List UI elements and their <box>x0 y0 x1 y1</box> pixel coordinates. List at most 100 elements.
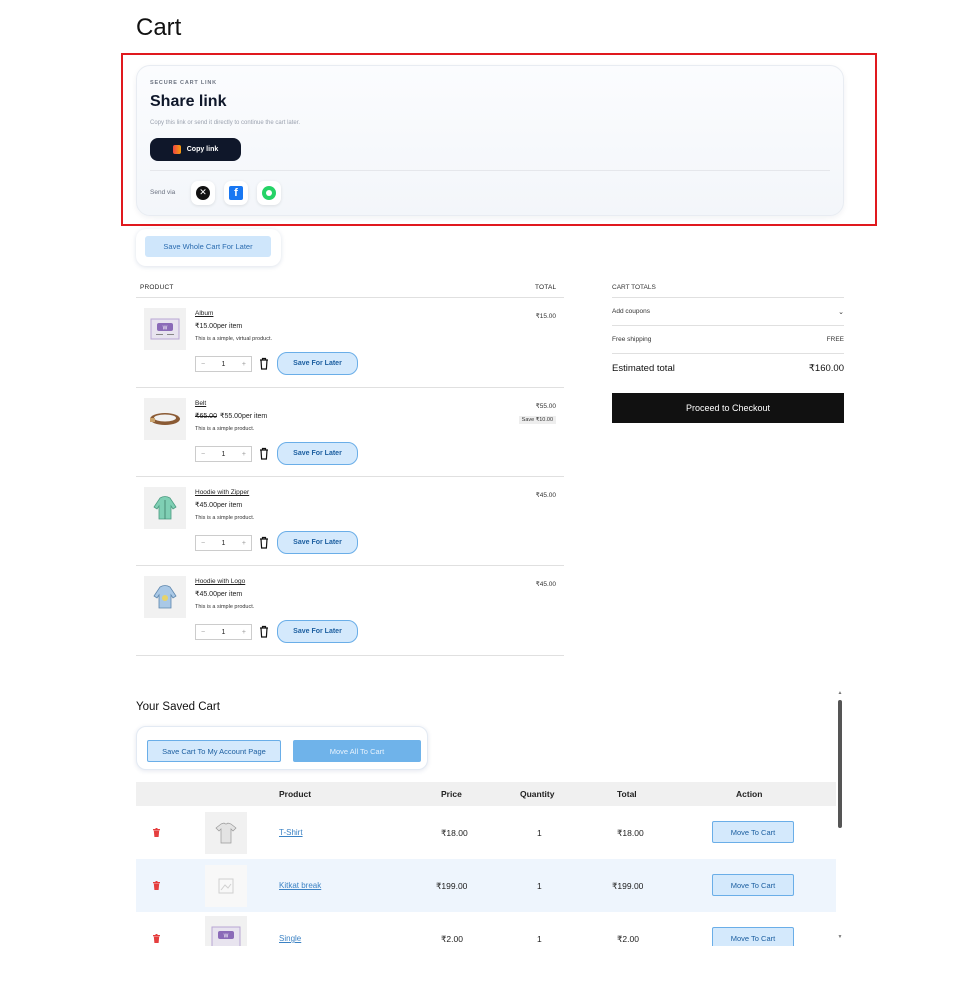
product-name-link[interactable]: Album <box>195 310 213 317</box>
save-for-later-button[interactable]: Save For Later <box>277 442 358 465</box>
chevron-down-icon: ⌄ <box>838 309 844 316</box>
quantity-stepper[interactable]: − 1 + <box>195 356 252 372</box>
move-all-to-cart-button[interactable]: Move All To Cart <box>293 740 421 762</box>
product-thumbnail <box>144 398 186 440</box>
saved-quantity: 1 <box>537 881 542 891</box>
trash-icon[interactable] <box>259 536 269 549</box>
decrease-icon[interactable]: − <box>201 361 205 368</box>
svg-text:W: W <box>224 934 229 940</box>
quantity-value[interactable]: 1 <box>222 629 226 636</box>
product-name-link[interactable]: Hoodie with Zipper <box>195 489 249 496</box>
copy-link-button[interactable]: Copy link <box>150 138 241 161</box>
saved-product-link[interactable]: T-Shirt <box>279 828 303 837</box>
quantity-stepper[interactable]: − 1 + <box>195 446 252 462</box>
scroll-down-icon[interactable]: ▼ <box>836 934 844 940</box>
share-x-button[interactable]: ✕ <box>191 181 215 205</box>
header-quantity: Quantity <box>520 789 555 799</box>
trash-icon[interactable] <box>259 357 269 370</box>
header-action: Action <box>736 789 763 799</box>
saved-price: ₹18.00 <box>441 828 468 838</box>
decrease-icon[interactable]: − <box>201 540 205 547</box>
hoodie-zipper-image-icon <box>153 496 177 520</box>
product-unit-price: ₹45.00per item <box>195 502 243 509</box>
increase-icon[interactable]: + <box>242 540 246 547</box>
decrease-icon[interactable]: − <box>201 629 205 636</box>
increase-icon[interactable]: + <box>242 451 246 458</box>
quantity-stepper[interactable]: − 1 + <box>195 624 252 640</box>
increase-icon[interactable]: + <box>242 361 246 368</box>
saved-total: ₹18.00 <box>617 828 644 838</box>
cart-item: Belt ₹65.00 ₹55.00per item This is a simp… <box>136 388 564 477</box>
delete-icon[interactable] <box>153 828 160 837</box>
saved-total: ₹199.00 <box>612 881 644 891</box>
product-thumbnail <box>144 576 186 618</box>
tshirt-image-icon <box>215 822 237 844</box>
save-cart-to-account-button[interactable]: Save Cart To My Account Page <box>147 740 281 762</box>
quantity-stepper[interactable]: − 1 + <box>195 535 252 551</box>
share-whatsapp-button[interactable] <box>257 181 281 205</box>
quantity-value[interactable]: 1 <box>222 361 226 368</box>
saved-row: W Single ₹2.00 1 ₹2.00 Move To Cart <box>136 912 836 946</box>
move-to-cart-button[interactable]: Move To Cart <box>712 874 794 896</box>
increase-icon[interactable]: + <box>242 629 246 636</box>
share-divider <box>150 170 830 171</box>
save-for-later-button[interactable]: Save For Later <box>277 620 358 643</box>
product-name-link[interactable]: Belt <box>195 400 206 407</box>
shipping-value: FREE <box>826 336 844 343</box>
facebook-icon: f <box>229 186 243 200</box>
copy-link-label: Copy link <box>186 146 219 153</box>
totals-divider <box>612 325 844 326</box>
share-title: Share link <box>150 93 227 110</box>
product-unit-price: ₹65.00 ₹55.00per item <box>195 413 268 420</box>
move-to-cart-button[interactable]: Move To Cart <box>712 821 794 843</box>
header-product: Product <box>279 789 312 799</box>
product-thumbnail: W <box>144 308 186 350</box>
save-for-later-button[interactable]: Save For Later <box>277 531 358 554</box>
share-link-card: SECURE CART LINK Share link Copy this li… <box>136 65 844 216</box>
save-whole-cart-panel: Save Whole Cart For Later <box>136 229 281 266</box>
delete-icon[interactable] <box>153 934 160 943</box>
quantity-value[interactable]: 1 <box>222 451 226 458</box>
decrease-icon[interactable]: − <box>201 451 205 458</box>
trash-icon[interactable] <box>259 625 269 638</box>
totals-divider <box>612 353 844 354</box>
scroll-up-icon[interactable]: ▲ <box>836 690 844 696</box>
save-whole-cart-button[interactable]: Save Whole Cart For Later <box>145 236 271 257</box>
saved-row: Kitkat break ₹199.00 1 ₹199.00 Move To C… <box>136 859 836 912</box>
product-name-link[interactable]: Hoodie with Logo <box>195 578 245 585</box>
saved-product-thumbnail <box>205 812 247 854</box>
product-unit-price: ₹45.00per item <box>195 591 243 598</box>
saved-table-scrollbar[interactable]: ▲ ▼ <box>836 690 844 940</box>
save-for-later-button[interactable]: Save For Later <box>277 352 358 375</box>
scroll-thumb[interactable] <box>838 700 842 828</box>
svg-text:W: W <box>163 326 168 332</box>
add-coupons-toggle[interactable]: Add coupons ⌄ <box>612 308 844 316</box>
saved-product-thumbnail <box>205 865 247 907</box>
delete-icon[interactable] <box>153 881 160 890</box>
saved-table-viewport: W Single ₹2.00 1 ₹2.00 Move To Cart <box>136 912 836 946</box>
cart-item: Hoodie with Zipper ₹45.00per item This i… <box>136 477 564 566</box>
cart-item: W Album ₹15.00per item This is a simple,… <box>136 298 564 387</box>
saved-price: ₹2.00 <box>441 934 463 944</box>
saved-cart-actions: Save Cart To My Account Page Move All To… <box>136 726 428 770</box>
item-total: ₹15.00 <box>535 313 556 320</box>
product-description: This is a simple product. <box>195 426 255 432</box>
trash-icon[interactable] <box>259 447 269 460</box>
shipping-label: Free shipping <box>612 336 652 343</box>
hoodie-logo-image-icon <box>153 585 177 609</box>
savings-badge: Save ₹10.00 <box>518 416 556 424</box>
quantity-value[interactable]: 1 <box>222 540 226 547</box>
product-description: This is a simple product. <box>195 515 255 521</box>
proceed-to-checkout-button[interactable]: Proceed to Checkout <box>612 393 844 423</box>
saved-product-link[interactable]: Single <box>279 934 301 943</box>
product-unit-price: ₹15.00per item <box>195 323 243 330</box>
move-to-cart-button[interactable]: Move To Cart <box>712 927 794 946</box>
row-divider <box>136 655 564 656</box>
share-facebook-button[interactable]: f <box>224 181 248 205</box>
saved-product-link[interactable]: Kitkat break <box>279 881 321 890</box>
saved-quantity: 1 <box>537 828 542 838</box>
single-image-icon: W <box>211 926 241 946</box>
saved-product-thumbnail: W <box>205 916 247 946</box>
cart-item: Hoodie with Logo ₹45.00per item This is … <box>136 566 564 655</box>
estimated-total-row: Estimated total ₹160.00 <box>612 363 844 374</box>
